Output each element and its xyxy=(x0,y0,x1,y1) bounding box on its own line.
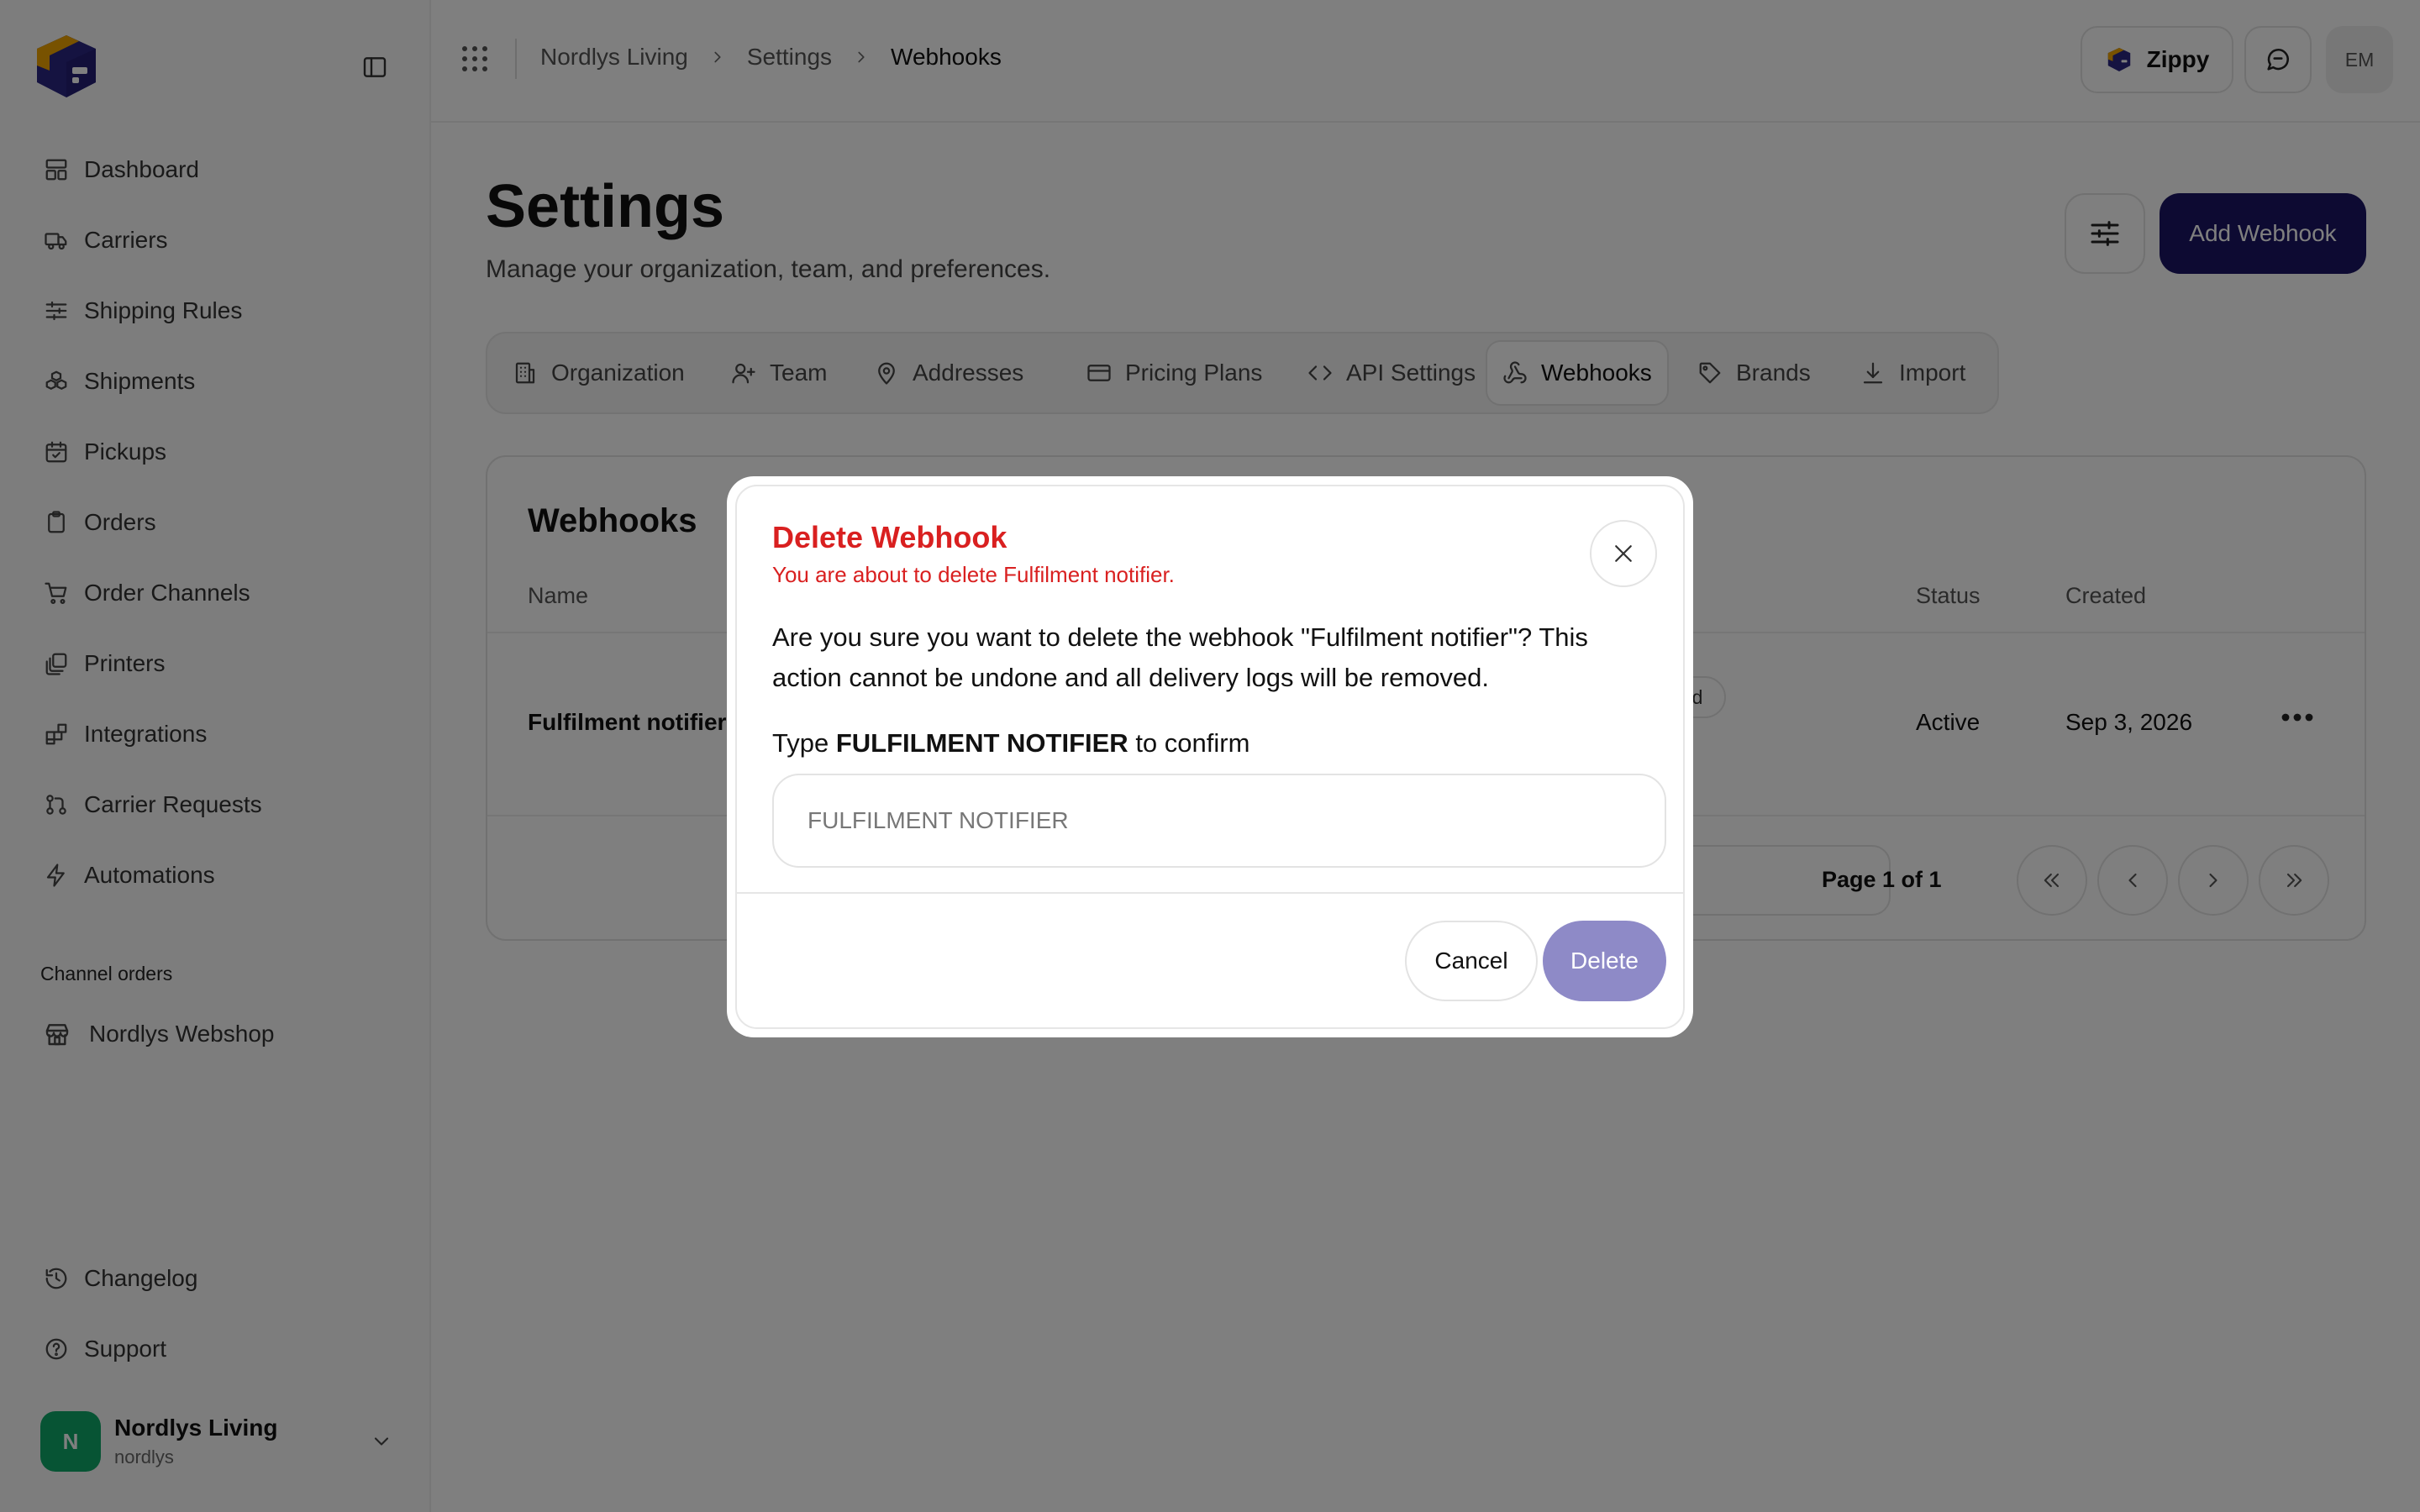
close-icon xyxy=(1611,541,1636,566)
dialog-footer-divider xyxy=(737,892,1683,894)
confirm-prefix: Type xyxy=(772,728,829,758)
close-button[interactable] xyxy=(1590,520,1657,587)
confirm-input[interactable] xyxy=(772,774,1666,868)
dialog-body: Are you sure you want to delete the webh… xyxy=(772,622,1588,692)
confirm-instruction: Type FULFILMENT NOTIFIER to confirm xyxy=(772,728,1249,759)
cancel-button[interactable]: Cancel xyxy=(1405,921,1538,1001)
dialog-panel: Delete Webhook You are about to delete F… xyxy=(735,485,1685,1029)
confirm-keyword: FULFILMENT NOTIFIER xyxy=(835,728,1128,758)
dialog-subtitle: You are about to delete Fulfilment notif… xyxy=(772,562,1175,587)
delete-button[interactable]: Delete xyxy=(1543,921,1666,1001)
dialog-title: Delete Webhook xyxy=(772,520,1007,554)
confirm-suffix: to confirm xyxy=(1135,728,1250,758)
delete-webhook-dialog: Delete Webhook You are about to delete F… xyxy=(727,476,1693,1037)
